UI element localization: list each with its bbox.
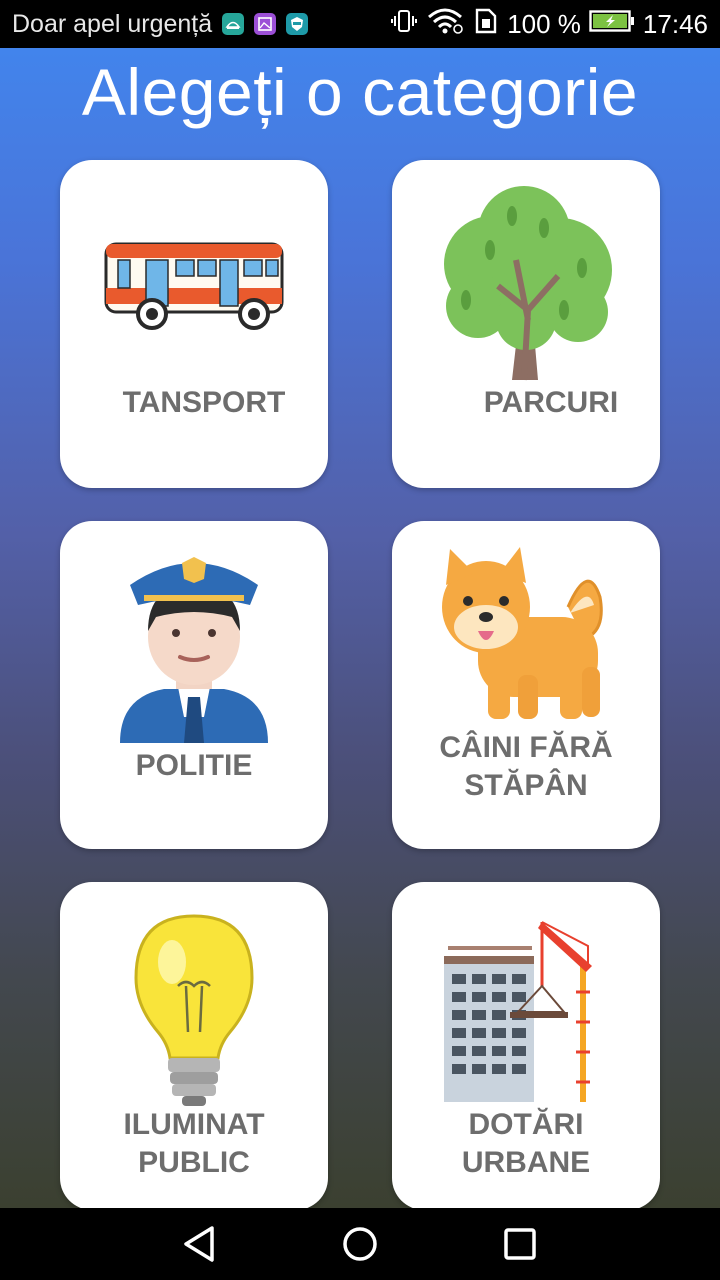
police-officer-icon: [120, 557, 268, 743]
clock: 17:46: [642, 8, 708, 39]
light-bulb-icon: [134, 914, 254, 1106]
tree-icon: [444, 186, 612, 381]
gallery-icon: [254, 13, 277, 35]
battery-charging-icon: [589, 9, 635, 40]
category-tile-urban-facilities[interactable]: DOTĂRI URBANE: [392, 882, 660, 1208]
category-label-line: URBANE: [461, 1146, 591, 1179]
android-debug-icon: [222, 13, 245, 35]
category-label-multiline: DOTĂRI URBANE: [392, 1106, 660, 1182]
app-screen: Doar apel urgență 100 % 17:46 Alegeți o …: [0, 0, 720, 1280]
category-tile-transport[interactable]: TANSPORT: [60, 160, 328, 488]
category-label-line: ILUMINAT: [123, 1108, 265, 1141]
data-sim-icon: [473, 7, 499, 42]
navigation-bar: [0, 1208, 720, 1280]
shield-app-icon: [286, 13, 309, 35]
category-label-multiline: ILUMINAT PUBLIC: [60, 1106, 328, 1182]
category-label: TANSPORT: [122, 386, 286, 419]
category-tile-parks[interactable]: PARCURI: [392, 160, 660, 488]
category-screen: Alegeți o categorie TANSPORT PARCURI POL…: [0, 48, 720, 1208]
wifi-icon: [425, 7, 465, 42]
status-bar: Doar apel urgență 100 % 17:46: [0, 0, 720, 48]
category-label: POLITIE: [135, 749, 253, 782]
category-tile-police[interactable]: POLITIE: [60, 521, 328, 849]
bus-icon: [104, 242, 284, 330]
carrier-text: Doar apel urgență: [12, 9, 213, 38]
construction-icon: [444, 921, 592, 1102]
category-label: PARCURI: [483, 386, 619, 419]
category-tile-public-lighting[interactable]: ILUMINAT PUBLIC: [60, 882, 328, 1208]
home-icon[interactable]: [340, 1224, 380, 1264]
category-label-line: DOTĂRI: [468, 1108, 584, 1141]
category-tile-stray-dogs[interactable]: CÂINI FĂRĂ STĂPÂN: [392, 521, 660, 849]
recents-icon[interactable]: [500, 1224, 540, 1264]
category-label-line: STĂPÂN: [464, 769, 588, 802]
vibrate-icon: [391, 8, 418, 41]
battery-percent: 100 %: [507, 8, 581, 39]
page-title: Alegeți o categorie: [81, 55, 639, 129]
category-label-line: PUBLIC: [138, 1146, 250, 1179]
dog-icon: [442, 547, 603, 719]
category-label-line: CÂINI FĂRĂ: [439, 731, 613, 764]
back-icon[interactable]: [180, 1224, 220, 1264]
category-label-multiline: CÂINI FĂRĂ STĂPÂN: [392, 729, 660, 805]
